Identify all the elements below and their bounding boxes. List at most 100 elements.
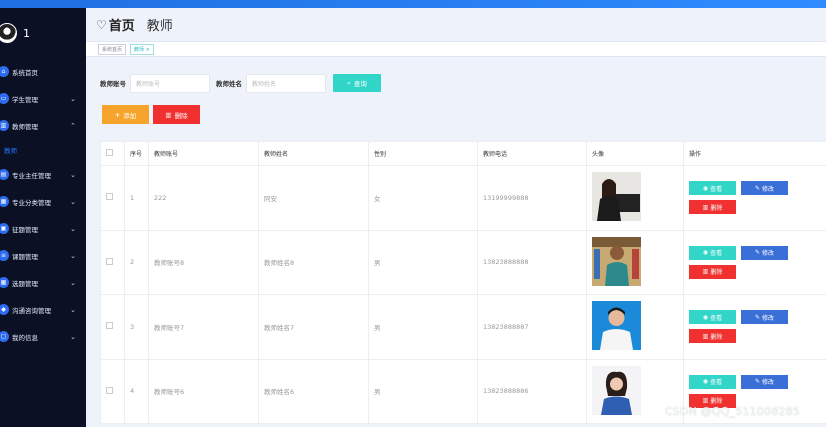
chevron-down-icon: ⌄	[70, 197, 76, 206]
edit-label: 修改	[762, 379, 775, 387]
name-input[interactable]: 教师姓名	[246, 73, 326, 93]
sidebar-item-teachers[interactable]: ▥ 教师管理 ⌃	[0, 112, 86, 139]
file-icon: ▤	[0, 169, 9, 180]
sidebar-item-categories[interactable]: ▦ 专业分类管理 ⌄	[0, 188, 86, 215]
submenu-label: 教师	[4, 147, 17, 155]
edit-label: 修改	[762, 314, 775, 322]
row-checkbox-cell	[100, 294, 125, 360]
brand-name: 1	[23, 26, 30, 40]
search-icon: ⌕	[347, 78, 351, 87]
row-checkbox-cell	[100, 358, 125, 424]
sidebar-item-selection[interactable]: ▦ 选题管理 ⌄	[0, 269, 86, 296]
edit-button[interactable]: ✎ 修改	[741, 310, 788, 325]
eye-icon: ◉	[702, 378, 709, 386]
search-bar: 教师账号 教师账号 教师姓名 教师姓名 ⌕ 查询	[100, 73, 381, 93]
view-label: 查看	[710, 379, 723, 387]
row-delete-button[interactable]: ▥ 删除	[689, 264, 736, 279]
cell-avatar	[586, 229, 684, 295]
add-button[interactable]: + 添加	[102, 105, 149, 124]
sidebar-item-consulting[interactable]: ◆ 沟通咨询管理 ⌄	[0, 296, 86, 323]
sidebar-item-directors[interactable]: ▤ 专业主任管理 ⌄	[0, 161, 86, 188]
cell-account: 教师账号7	[148, 294, 259, 360]
delete-label: 删除	[710, 269, 723, 277]
edit-button[interactable]: ✎ 修改	[741, 245, 788, 260]
view-button[interactable]: ◉ 查看	[689, 181, 736, 196]
sidebar-item-topics[interactable]: ≡ 课题管理 ⌄	[0, 242, 86, 269]
cell-name: 教师姓名8	[258, 229, 369, 295]
edit-icon: ✎	[754, 378, 760, 386]
cell-gender: 女	[368, 165, 478, 231]
trash-icon: ▥	[165, 110, 172, 119]
table-row: 1 222 阿安 女 13199999888 ◉ 查看 ✎ 修改 ▥ 删除	[100, 165, 826, 231]
cell-actions: ◉ 查看 ✎ 修改 ▥ 删除	[683, 165, 826, 231]
avatar-photo[interactable]	[592, 236, 641, 286]
list-icon: ≡	[0, 250, 9, 261]
tag-home[interactable]: 系统首页	[98, 43, 127, 55]
row-delete-button[interactable]: ▥ 删除	[689, 329, 736, 344]
avatar-photo[interactable]	[592, 172, 641, 222]
chevron-down-icon: ⌄	[70, 305, 76, 314]
row-checkbox[interactable]	[106, 322, 113, 330]
sidebar-item-label: 专业分类管理	[12, 198, 51, 207]
view-button[interactable]: ◉ 查看	[689, 374, 736, 389]
sidebar-item-students[interactable]: ▭ 学生管理 ⌄	[0, 85, 86, 112]
view-button[interactable]: ◉ 查看	[689, 245, 736, 260]
watermark: CSDN @QQ_511008285	[664, 405, 800, 418]
cell-name: 阿安	[258, 165, 369, 231]
tiles-icon: ▦	[0, 277, 9, 288]
delete-label: 删除	[710, 204, 723, 212]
chevron-down-icon: ⌄	[70, 224, 76, 233]
column-header: 操作	[683, 141, 826, 166]
page-header: ♡ 首页 教师	[86, 8, 826, 41]
row-checkbox[interactable]	[106, 193, 113, 201]
teacher-table: 序号 教师账号 教师姓名 性别 教师电话 头像 操作 1 222 阿安 女 13…	[100, 141, 826, 424]
delete-label: 删除	[710, 398, 723, 406]
edit-button[interactable]: ✎ 修改	[741, 374, 788, 389]
cell-index: 3	[124, 294, 149, 360]
monitor-icon: ▭	[0, 93, 9, 104]
user-card-icon: ▢	[0, 331, 9, 342]
search-button-label: 查询	[353, 80, 367, 88]
cell-index: 4	[124, 358, 149, 424]
plus-icon: +	[114, 110, 121, 119]
bulk-delete-button[interactable]: ▥ 删除	[153, 105, 200, 124]
cell-phone: 13823888888	[477, 229, 587, 295]
avatar[interactable]	[0, 23, 17, 43]
add-button-label: 添加	[123, 111, 137, 120]
cell-name: 教师姓名6	[258, 358, 369, 424]
breadcrumb-home[interactable]: 首页	[109, 15, 135, 34]
edit-label: 修改	[762, 185, 775, 193]
chevron-down-icon: ⌄	[70, 278, 76, 287]
edit-button[interactable]: ✎ 修改	[741, 181, 788, 196]
cell-gender: 男	[368, 229, 478, 295]
main-content: ♡ 首页 教师 系统首页 教师 × 教师账号 教师账号 教师姓名 教师姓名 ⌕ …	[86, 8, 826, 427]
sidebar-item-topic-collect[interactable]: ▣ 征题管理 ⌄	[0, 215, 86, 242]
cell-phone: 13823888887	[477, 294, 587, 360]
account-input[interactable]: 教师账号	[130, 73, 210, 93]
sidebar-item-label: 我的信息	[12, 333, 38, 342]
clipboard-icon: ▣	[0, 223, 9, 234]
row-checkbox-cell	[100, 229, 125, 295]
row-checkbox[interactable]	[106, 257, 113, 265]
row-checkbox[interactable]	[106, 386, 113, 394]
cell-actions: ◉ 查看 ✎ 修改 ▥ 删除	[683, 294, 826, 360]
sidebar-item-my-info[interactable]: ▢ 我的信息 ⌄	[0, 323, 86, 350]
cell-index: 2	[124, 229, 149, 295]
select-all-checkbox[interactable]	[106, 149, 113, 156]
avatar-photo[interactable]	[592, 301, 641, 351]
edit-icon: ✎	[754, 249, 760, 257]
trash-icon: ▥	[702, 268, 709, 276]
row-delete-button[interactable]: ▥ 删除	[689, 200, 736, 215]
home-icon: ⌂	[0, 66, 9, 77]
search-button[interactable]: ⌕ 查询	[333, 74, 381, 92]
edit-label: 修改	[762, 250, 775, 258]
submenu-item-teacher[interactable]: 教师	[0, 139, 86, 161]
view-button[interactable]: ◉ 查看	[689, 310, 736, 325]
column-header: 性别	[368, 141, 478, 166]
tag-teacher[interactable]: 教师 ×	[130, 43, 154, 55]
avatar-photo[interactable]	[592, 365, 641, 415]
edit-icon: ✎	[754, 313, 760, 321]
trash-icon: ▥	[702, 203, 709, 211]
cell-gender: 男	[368, 294, 478, 360]
sidebar-item-home[interactable]: ⌂ 系统首页	[0, 58, 86, 85]
